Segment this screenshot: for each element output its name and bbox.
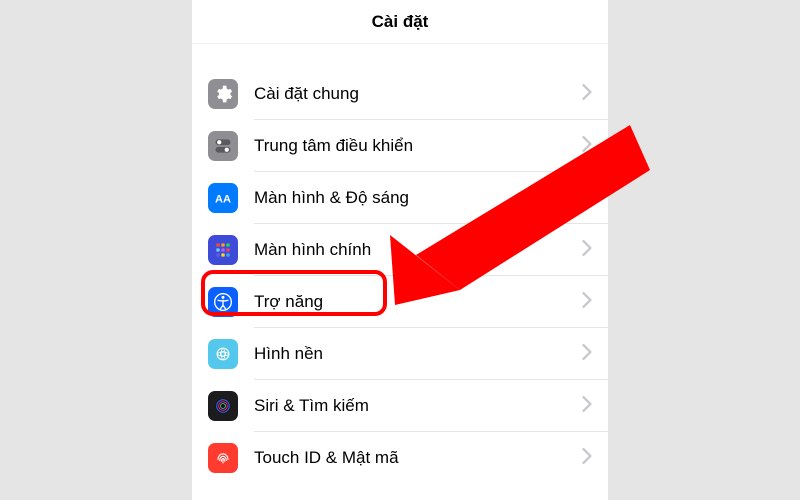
chevron-right-icon bbox=[582, 188, 592, 209]
gear-icon bbox=[208, 79, 238, 109]
row-siri-search[interactable]: Siri & Tìm kiếm bbox=[192, 380, 608, 432]
row-label: Siri & Tìm kiếm bbox=[254, 396, 582, 416]
chevron-right-icon bbox=[582, 240, 592, 261]
touch-id-icon bbox=[208, 443, 238, 473]
row-display-brightness[interactable]: AA Màn hình & Độ sáng bbox=[192, 172, 608, 224]
chevron-right-icon bbox=[582, 396, 592, 417]
row-label: Màn hình chính bbox=[254, 240, 582, 260]
row-label: Hình nền bbox=[254, 344, 582, 364]
row-label: Trợ năng bbox=[254, 292, 582, 312]
row-control-center[interactable]: Trung tâm điều khiển bbox=[192, 120, 608, 172]
chevron-right-icon bbox=[582, 84, 592, 105]
siri-icon bbox=[208, 391, 238, 421]
phone-frame: Cài đặt Cài đặt chung bbox=[192, 0, 608, 500]
row-general[interactable]: Cài đặt chung bbox=[192, 68, 608, 120]
row-label: Trung tâm điều khiển bbox=[254, 136, 582, 156]
settings-list: Cài đặt chung Trung tâm điều khiển bbox=[192, 68, 608, 484]
row-touchid-passcode[interactable]: Touch ID & Mật mã bbox=[192, 432, 608, 484]
row-wallpaper[interactable]: Hình nền bbox=[192, 328, 608, 380]
home-screen-icon bbox=[208, 235, 238, 265]
row-label: Màn hình & Độ sáng bbox=[254, 188, 582, 208]
row-label: Cài đặt chung bbox=[254, 84, 582, 104]
wallpaper-icon bbox=[208, 339, 238, 369]
chevron-right-icon bbox=[582, 292, 592, 313]
control-center-icon bbox=[208, 131, 238, 161]
stage: Cài đặt Cài đặt chung bbox=[0, 0, 800, 500]
row-label: Touch ID & Mật mã bbox=[254, 448, 582, 468]
page-title: Cài đặt bbox=[372, 12, 429, 32]
row-accessibility[interactable]: Trợ năng bbox=[192, 276, 608, 328]
chevron-right-icon bbox=[582, 136, 592, 157]
display-brightness-icon: AA bbox=[208, 183, 238, 213]
settings-header: Cài đặt bbox=[192, 0, 608, 44]
row-home-screen[interactable]: Màn hình chính bbox=[192, 224, 608, 276]
svg-text:AA: AA bbox=[215, 194, 231, 206]
header-spacer bbox=[192, 44, 608, 68]
accessibility-icon bbox=[208, 287, 238, 317]
chevron-right-icon bbox=[582, 344, 592, 365]
chevron-right-icon bbox=[582, 448, 592, 469]
